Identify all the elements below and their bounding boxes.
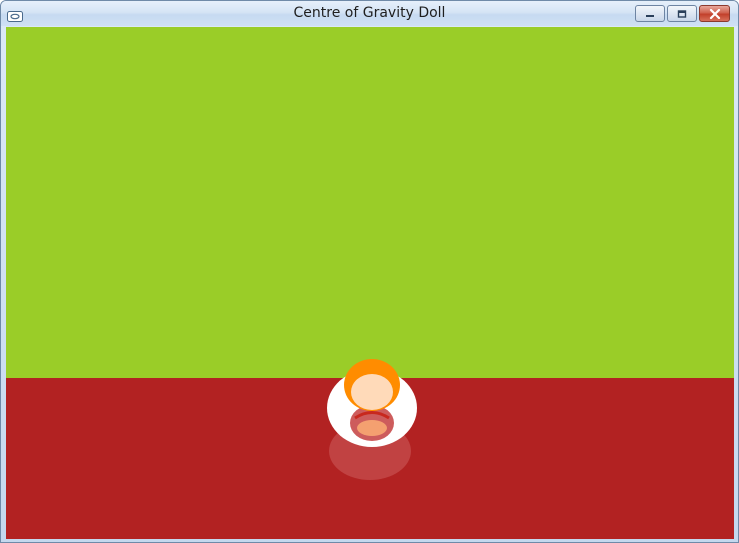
- caption-buttons: [635, 5, 730, 22]
- doll-face: [351, 374, 393, 410]
- doll-base-inner: [357, 420, 387, 436]
- maximize-button[interactable]: [667, 5, 697, 22]
- close-icon: [709, 8, 720, 19]
- render-viewport[interactable]: [6, 27, 734, 539]
- maximize-icon: [677, 9, 687, 18]
- app-window: Centre of Gravity Doll: [0, 0, 739, 543]
- close-button[interactable]: [699, 5, 730, 22]
- window-title: Centre of Gravity Doll: [293, 5, 446, 21]
- title-bar[interactable]: Centre of Gravity Doll: [1, 1, 738, 26]
- minimize-button[interactable]: [635, 5, 665, 22]
- sky-background: [6, 27, 734, 378]
- minimize-icon: [646, 14, 654, 17]
